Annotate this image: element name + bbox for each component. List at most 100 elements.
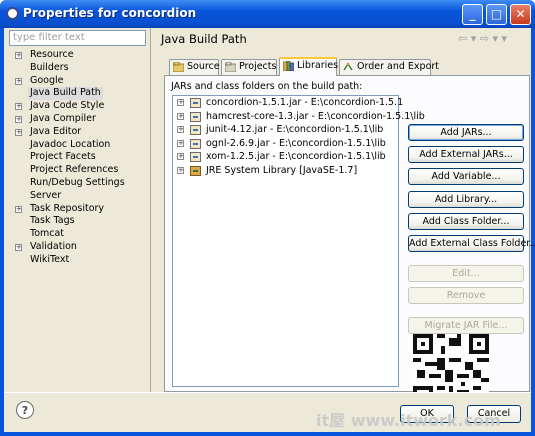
expand-plus-icon[interactable]: + xyxy=(15,205,22,213)
tab-libraries[interactable]: Libraries xyxy=(279,57,339,76)
tree-item-label: Java Editor xyxy=(30,125,82,137)
tab-libraries-label: Libraries xyxy=(297,60,339,71)
tree-item[interactable]: WikiText xyxy=(9,254,149,267)
button-bar: ? OK Cancel it屋 www.itwork.com xyxy=(4,392,531,432)
library-entry-label: JRE System Library [JavaSE-1.7] xyxy=(206,164,358,176)
jar-icon xyxy=(190,111,201,122)
add-external-class-folder-button[interactable]: Add External Class Folder... xyxy=(408,235,535,252)
tree-item-label: Server xyxy=(30,189,62,201)
library-entry[interactable]: + hamcrest-core-1.3.jar - E:\concordion-1… xyxy=(173,110,425,124)
library-entry-label: hamcrest-core-1.3.jar - E:\concordion-1.… xyxy=(206,110,425,122)
jar-icon xyxy=(190,125,201,135)
tab-source-label: Source xyxy=(187,61,220,72)
tree-item-label: Java Code Style xyxy=(30,100,105,112)
expand-plus-icon[interactable]: + xyxy=(15,115,22,123)
tab-projects[interactable]: Projects xyxy=(221,59,277,75)
jar-icon xyxy=(190,152,201,162)
expand-plus-icon[interactable]: + xyxy=(15,243,22,251)
minimize-button[interactable]: _ xyxy=(462,4,483,25)
tree-item[interactable]: Tomcat xyxy=(9,228,149,241)
tree-item-label: Javadoc Location xyxy=(30,138,111,150)
tree-item[interactable]: Run/Debug Settings xyxy=(9,177,149,190)
tree-item[interactable]: + Google xyxy=(9,75,149,88)
window-title: Properties for concordion xyxy=(23,6,197,20)
eclipse-icon xyxy=(6,7,19,20)
tree-item[interactable]: Task Tags xyxy=(9,215,149,228)
tab-order-export-label: Order and Export xyxy=(357,61,440,72)
tree-item-label: Tomcat xyxy=(30,228,65,240)
tree-item[interactable]: Project References xyxy=(9,164,149,177)
jar-icon xyxy=(190,138,201,149)
add-library-button[interactable]: Add Library... xyxy=(408,191,524,208)
tree-item-label: Task Repository xyxy=(30,202,105,214)
add-external-jars-button[interactable]: Add External JARs... xyxy=(408,146,524,163)
tree-item[interactable]: Server xyxy=(9,190,149,203)
tree-item[interactable]: Project Facets xyxy=(9,151,149,164)
title-bar[interactable]: Properties for concordion _ □ ✕ xyxy=(0,0,535,28)
expand-plus-icon[interactable]: + xyxy=(177,99,184,106)
tree-item-label: Project Facets xyxy=(30,151,96,163)
expand-plus-icon[interactable]: + xyxy=(177,126,184,133)
library-entry-label: junit-4.12.jar - E:\concordion-1.5.1\lib xyxy=(206,124,384,135)
add-class-folder-button[interactable]: Add Class Folder... xyxy=(408,213,524,230)
tree-item-label: Google xyxy=(30,74,64,86)
library-icon xyxy=(190,165,201,176)
add-variable-button[interactable]: Add Variable... xyxy=(408,168,524,185)
tree-item-label: WikiText xyxy=(30,253,70,265)
tree-item-label: Validation xyxy=(30,240,77,252)
help-icon[interactable]: ? xyxy=(16,401,34,419)
property-tree: + Resource Builders + Google Java Build Path +… xyxy=(9,49,149,267)
jar-icon xyxy=(190,98,201,108)
tree-item-label: Builders xyxy=(30,61,69,73)
tab-projects-label: Projects xyxy=(239,61,277,72)
tree-item-label: Java Compiler xyxy=(30,112,96,124)
library-entry[interactable]: + junit-4.12.jar - E:\concordion-1.5.1\li… xyxy=(173,123,398,137)
migrate-jar-button[interactable]: Migrate JAR File... xyxy=(408,317,524,334)
tree-item[interactable]: + Java Code Style xyxy=(9,100,149,113)
properties-window: Properties for concordion _ □ ✕ type fil… xyxy=(0,0,535,436)
maximize-button[interactable]: □ xyxy=(486,4,507,25)
tree-item[interactable]: + Task Repository xyxy=(9,203,149,216)
library-entry[interactable]: + JRE System Library [JavaSE-1.7] xyxy=(173,164,398,178)
filter-input[interactable]: type filter text xyxy=(9,30,146,46)
expand-plus-icon[interactable]: + xyxy=(15,103,22,111)
library-entry[interactable]: + xom-1.2.5.jar - E:\concordion-1.5.1\lib xyxy=(173,150,398,164)
expand-plus-icon[interactable]: + xyxy=(15,52,22,59)
tree-item-label: Task Tags xyxy=(30,215,75,227)
tree-item[interactable]: + Resource xyxy=(9,49,149,62)
order-export-icon xyxy=(343,62,353,71)
tree-item[interactable]: Builders xyxy=(9,62,149,75)
watermark-text: it屋 www.itwork.com xyxy=(316,411,501,430)
tree-item-label: Resource xyxy=(30,49,74,60)
tree-item[interactable]: + Validation xyxy=(9,241,149,254)
library-entry[interactable]: + concordion-1.5.1.jar - E:\concordion-1.… xyxy=(173,96,403,110)
history-nav-buttons[interactable]: ⇦ ▾ ⇨ ▾ ▾ xyxy=(458,32,507,45)
source-folder-icon xyxy=(173,62,184,72)
tree-item[interactable]: + Java Editor xyxy=(9,126,149,139)
tree-item[interactable]: Java Build Path xyxy=(9,87,149,101)
edit-button[interactable]: Edit... xyxy=(408,265,524,282)
expand-plus-icon[interactable]: + xyxy=(15,128,22,136)
expand-plus-icon[interactable]: + xyxy=(15,77,22,85)
library-entry-label: ognl-2.6.9.jar - E:\concordion-1.5.1\lib xyxy=(206,137,386,149)
tab-source[interactable]: Source xyxy=(169,59,220,75)
add-jars-button[interactable]: Add JARs... xyxy=(408,124,524,141)
expand-plus-icon[interactable]: + xyxy=(177,166,184,174)
library-list[interactable]: + concordion-1.5.1.jar - E:\concordion-1.… xyxy=(172,95,425,387)
expand-plus-icon[interactable]: + xyxy=(177,153,184,160)
library-entry[interactable]: + ognl-2.6.9.jar - E:\concordion-1.5.1\li… xyxy=(173,137,398,151)
tree-item-label: Run/Debug Settings xyxy=(30,176,125,188)
build-path-label: JARs and class folders on the build path… xyxy=(171,81,363,92)
remove-button[interactable]: Remove xyxy=(408,287,524,304)
tree-item-label: Project References xyxy=(30,164,119,176)
expand-plus-icon[interactable]: + xyxy=(177,139,184,147)
sash-divider[interactable] xyxy=(150,28,154,392)
tree-item-label: Java Build Path xyxy=(28,87,103,101)
tree-item[interactable]: Javadoc Location xyxy=(9,139,149,152)
close-button[interactable]: ✕ xyxy=(510,4,531,25)
expand-plus-icon[interactable]: + xyxy=(177,112,184,120)
tree-item[interactable]: + Java Compiler xyxy=(9,113,149,126)
tab-order-export[interactable]: Order and Export xyxy=(339,59,439,75)
library-entry-label: concordion-1.5.1.jar - E:\concordion-1.5… xyxy=(206,97,404,108)
library-entry-label: xom-1.2.5.jar - E:\concordion-1.5.1\lib xyxy=(206,151,386,162)
